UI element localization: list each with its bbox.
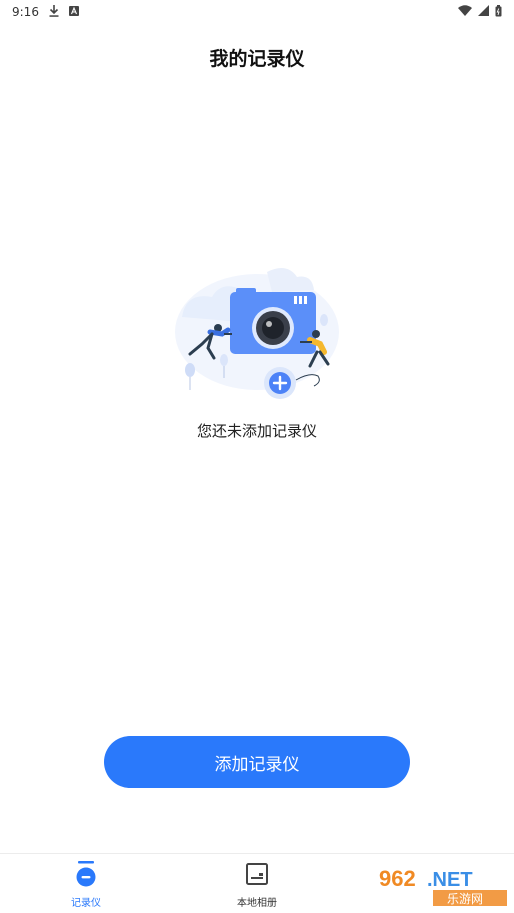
svg-text:.NET: .NET [427,869,473,891]
status-bar: 9:16 [0,0,514,24]
page-title: 我的记录仪 [209,48,305,70]
download-icon [49,4,59,20]
tab-recorder-label: 记录仪 [71,898,101,909]
watermark-logo-text: 962 [379,866,416,891]
add-recorder-button[interactable]: 添加记录仪 [104,736,410,788]
svg-text:乐游网: 乐游网 [447,892,483,906]
album-icon [244,860,270,888]
site-watermark: 962 .NET 乐游网 [375,860,510,908]
wifi-icon [458,5,472,19]
recorder-icon [73,860,99,888]
empty-state-message: 您还未添加记录仪 [196,422,317,440]
notification-a-icon [68,5,79,19]
status-left: 9:16 [12,4,79,20]
battery-icon [495,4,502,20]
empty-illustration [172,262,342,407]
tab-local-album[interactable]: 本地相册 [207,860,307,910]
status-right [458,4,502,20]
signal-icon [478,5,489,19]
tab-local-album-label: 本地相册 [237,898,277,909]
tab-recorder[interactable]: 记录仪 [36,860,136,910]
status-time: 9:16 [12,5,39,19]
